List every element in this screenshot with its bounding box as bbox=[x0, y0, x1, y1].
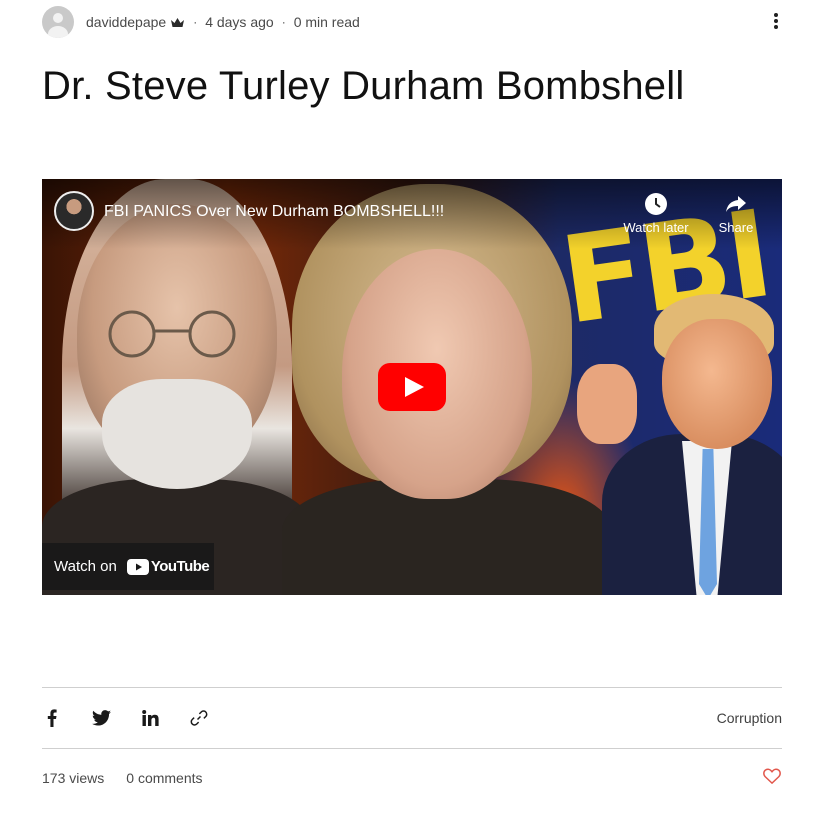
thumbnail-hand bbox=[577, 364, 637, 444]
comments-count[interactable]: 0 comments bbox=[126, 770, 202, 786]
more-actions-icon[interactable] bbox=[773, 13, 779, 31]
thumbnail-face-right bbox=[662, 319, 772, 449]
post-meta: daviddepape · 4 days ago · 0 min read bbox=[42, 6, 360, 38]
thumbnail-glasses bbox=[108, 310, 236, 358]
divider-top bbox=[42, 687, 782, 688]
linkedin-icon[interactable] bbox=[140, 708, 160, 728]
category-link[interactable]: Corruption bbox=[717, 710, 782, 726]
video-title[interactable]: FBI PANICS Over New Durham BOMBSHELL!!! bbox=[104, 203, 444, 221]
share-label: Share bbox=[718, 220, 754, 235]
watch-later-button[interactable]: Watch later bbox=[616, 192, 696, 235]
youtube-play-icon bbox=[126, 558, 149, 575]
meta-separator: · bbox=[193, 15, 198, 29]
post-date: 4 days ago bbox=[205, 14, 274, 30]
twitter-icon[interactable] bbox=[91, 708, 111, 728]
crown-icon bbox=[171, 17, 185, 27]
post-title: Dr. Steve Turley Durham Bombshell bbox=[42, 64, 685, 108]
post-stats: 173 views 0 comments bbox=[42, 770, 203, 786]
share-video-button[interactable]: Share bbox=[696, 192, 776, 235]
youtube-logo: YouTube bbox=[126, 558, 210, 575]
youtube-wordmark: YouTube bbox=[150, 558, 210, 575]
channel-avatar[interactable] bbox=[54, 191, 94, 231]
author-avatar[interactable] bbox=[42, 6, 74, 38]
video-embed[interactable]: FBI FBI PANICS Over New Durham BOMBSHELL… bbox=[42, 179, 782, 595]
views-count: 173 views bbox=[42, 770, 105, 786]
play-icon[interactable] bbox=[378, 363, 446, 411]
clock-icon bbox=[645, 193, 667, 215]
watch-on-label: Watch on bbox=[54, 558, 117, 575]
link-icon[interactable] bbox=[189, 708, 209, 728]
watch-on-youtube-button[interactable]: Watch on YouTube bbox=[42, 543, 214, 590]
watch-later-label: Watch later bbox=[623, 220, 689, 235]
share-arrow-icon bbox=[726, 196, 746, 212]
thumbnail-beard bbox=[102, 379, 252, 489]
divider-bottom bbox=[42, 748, 782, 749]
read-time: 0 min read bbox=[293, 14, 360, 30]
meta-separator: · bbox=[281, 15, 286, 29]
facebook-icon[interactable] bbox=[42, 708, 62, 728]
author-name[interactable]: daviddepape bbox=[86, 14, 166, 30]
heart-icon[interactable] bbox=[763, 768, 781, 784]
share-bar bbox=[42, 704, 238, 732]
